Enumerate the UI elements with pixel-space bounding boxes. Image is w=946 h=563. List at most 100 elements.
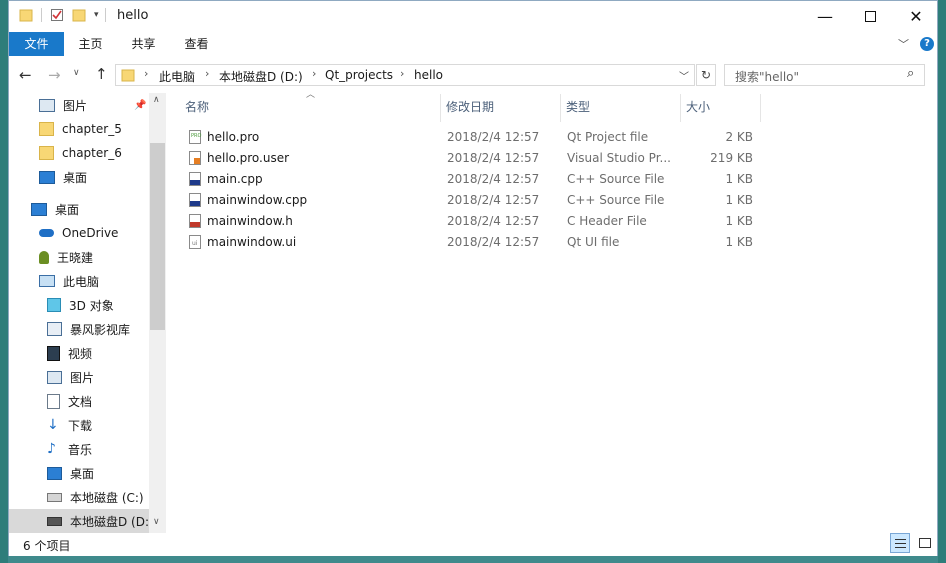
navigation-pane: 图片 📌 chapter_5 chapter_6 桌面 桌面 OneDrive … [9,93,162,533]
breadcrumb-chevron-icon[interactable]: › [205,67,209,80]
breadcrumb-this-pc[interactable]: 此电脑 [159,68,195,85]
nav-item-music[interactable]: ♪ 音乐 [47,437,162,461]
nav-item-videos[interactable]: 视频 [47,341,162,365]
file-type: C++ Source File [567,193,665,207]
nav-item-documents[interactable]: 文档 [47,389,162,413]
title-bar: ▾ hello — ✕ [9,1,937,32]
breadcrumb-qt-projects[interactable]: Qt_projects [325,68,393,82]
column-divider[interactable] [440,94,441,122]
file-row[interactable]: PRO hello.pro 2018/2/4 12:57 Qt Project … [179,127,769,148]
breadcrumb-chevron-icon[interactable]: › [400,67,404,80]
nav-item-label: 文档 [68,394,93,409]
nav-item-label: 暴风影视库 [70,322,131,337]
address-bar[interactable]: › 此电脑 › 本地磁盘D (D:) › Qt_projects › hello… [115,64,695,86]
file-name: main.cpp [207,172,263,186]
file-type: C++ Source File [567,172,665,186]
navigation-scrollbar[interactable]: ∧ ∨ [149,93,166,533]
column-header-size[interactable]: 大小 [686,94,710,122]
pin-icon[interactable]: 📌 [134,100,146,111]
nav-item-video-library[interactable]: 暴风影视库 [47,317,162,341]
column-header-type[interactable]: 类型 [566,94,590,122]
nav-item-user[interactable]: 王晓建 [39,245,162,269]
nav-item-desktop[interactable]: 桌面 [47,461,162,485]
file-row[interactable]: ui mainwindow.ui 2018/2/4 12:57 Qt UI fi… [179,232,769,253]
column-header-name[interactable]: 名称 [185,94,209,122]
new-folder-icon[interactable] [72,8,86,22]
details-view-icon[interactable] [890,533,910,553]
onedrive-icon [39,229,54,237]
nav-item-label: 图片 [70,370,95,385]
minimize-button[interactable]: — [802,1,848,32]
nav-item-pictures[interactable]: 图片 [47,365,162,389]
forward-icon[interactable]: → [48,66,61,84]
help-icon[interactable]: ? [920,37,934,51]
column-divider[interactable] [560,94,561,122]
tab-home[interactable]: 主页 [69,32,112,56]
file-type: Qt Project file [567,130,649,144]
nav-item-drive-c[interactable]: 本地磁盘 (C:) [47,485,162,509]
file-row[interactable]: mainwindow.cpp 2018/2/4 12:57 C++ Source… [179,190,769,211]
nav-item-onedrive[interactable]: OneDrive [39,221,162,245]
large-icons-view-icon[interactable] [915,533,935,553]
up-icon[interactable]: ↑ [95,65,108,83]
file-row[interactable]: mainwindow.h 2018/2/4 12:57 C Header Fil… [179,211,769,232]
file-row[interactable]: main.cpp 2018/2/4 12:57 C++ Source File … [179,169,769,190]
scroll-down-icon[interactable]: ∨ [153,517,160,527]
file-name: mainwindow.ui [207,235,297,249]
nav-item-this-pc[interactable]: 此电脑 [39,269,162,293]
pictures-icon [47,370,62,384]
maximize-button[interactable] [847,1,893,32]
folder-icon [121,69,135,82]
file-size: 1 KB [725,214,753,228]
tab-share[interactable]: 共享 [122,32,165,56]
nav-item-pictures-pinned[interactable]: 图片 📌 [39,93,162,117]
address-dropdown-icon[interactable]: ﹀ [679,68,689,83]
h-file-icon [189,214,201,228]
nav-item-desktop-quick[interactable]: 桌面 [39,165,162,189]
breadcrumb-chevron-icon[interactable]: › [144,67,148,80]
refresh-icon[interactable]: ↻ [696,64,716,86]
column-header-date[interactable]: 修改日期 [446,94,494,122]
recent-locations-icon[interactable]: ∨ [73,68,80,78]
nav-item-label: OneDrive [62,226,119,240]
breadcrumb-chevron-icon[interactable]: › [312,67,316,80]
nav-item-label: 桌面 [63,170,88,185]
file-size: 1 KB [725,193,753,207]
nav-item-label: chapter_5 [62,122,122,136]
nav-item-desktop-root[interactable]: 桌面 [31,197,162,221]
file-size: 1 KB [725,235,753,249]
file-row[interactable]: hello.pro.user 2018/2/4 12:57 Visual Stu… [179,148,769,169]
nav-item-chapter-6[interactable]: chapter_6 [39,141,162,165]
scrollbar-thumb[interactable] [150,143,165,330]
back-icon[interactable]: ← [19,66,32,84]
expand-ribbon-icon[interactable]: ﹀ [898,36,909,52]
nav-item-label: 下载 [68,418,93,433]
nav-item-chapter-5[interactable]: chapter_5 [39,117,162,141]
nav-item-label: 本地磁盘D (D: [69,514,149,529]
quick-access-toolbar: ▾ [19,8,106,22]
nav-item-3d-objects[interactable]: 3D 对象 [47,293,162,317]
breadcrumb-drive-d[interactable]: 本地磁盘D (D:) [219,68,303,85]
cpp-file-icon [189,193,201,207]
file-type: C Header File [567,214,647,228]
scroll-up-icon[interactable]: ∧ [153,95,160,105]
search-input[interactable]: 搜索"hello" [735,68,799,85]
status-bar: 6 个项目 [9,533,937,556]
search-box[interactable]: 搜索"hello" ⌕ [724,64,925,86]
properties-icon[interactable] [50,8,64,22]
column-divider[interactable] [760,94,761,122]
tab-file[interactable]: 文件 [9,32,64,56]
breadcrumb-hello[interactable]: hello [414,68,443,82]
nav-item-label: 桌面 [70,466,95,481]
close-button[interactable]: ✕ [893,1,939,32]
file-name: mainwindow.cpp [207,193,308,207]
minimize-icon: — [817,7,833,26]
nav-item-drive-d[interactable]: 本地磁盘D (D: [9,509,149,533]
tab-view[interactable]: 查看 [175,32,218,56]
folder-icon [39,122,54,136]
column-divider[interactable] [680,94,681,122]
customize-toolbar-icon[interactable]: ▾ [94,10,99,20]
file-date: 2018/2/4 12:57 [447,214,540,228]
computer-icon [39,275,55,287]
nav-item-downloads[interactable]: ↓ 下载 [47,413,162,437]
